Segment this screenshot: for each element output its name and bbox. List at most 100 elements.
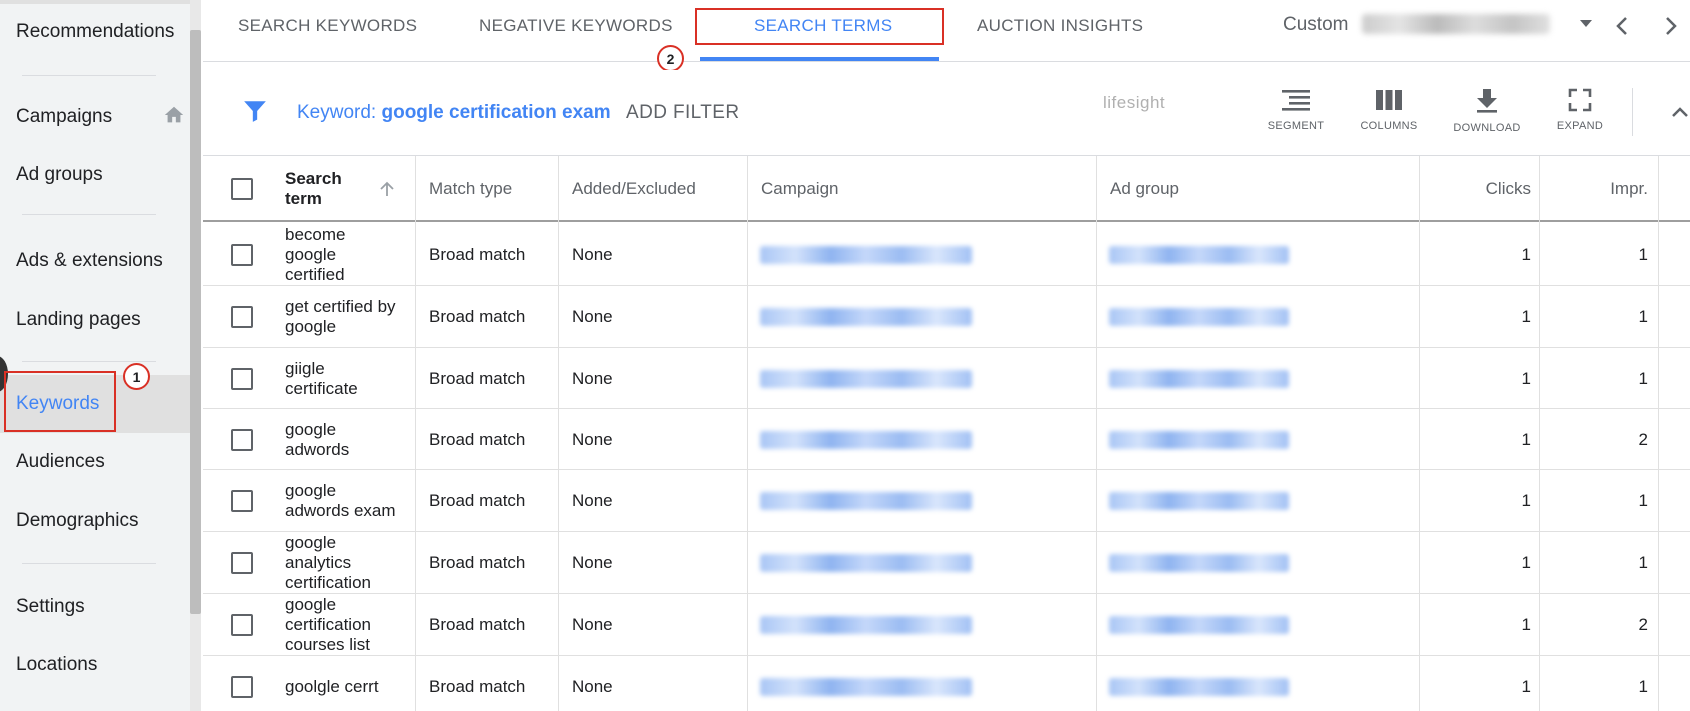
campaign-link-redacted[interactable] [760, 678, 972, 696]
sidebar-item-audiences[interactable]: Audiences [16, 451, 105, 473]
campaign-link-redacted[interactable] [760, 308, 972, 326]
cell-match-type: Broad match [429, 553, 526, 572]
date-range-value-redacted[interactable] [1362, 14, 1550, 34]
ad-group-link-redacted[interactable] [1109, 492, 1289, 510]
columns-button[interactable]: COLUMNS [1349, 88, 1429, 132]
cell-campaign[interactable] [760, 594, 972, 656]
ad-group-link-redacted[interactable] [1109, 308, 1289, 326]
chevron-down-icon[interactable] [1578, 16, 1594, 32]
search-term-line: google [285, 533, 337, 552]
cell-match-type: Broad match [429, 491, 526, 510]
ad-group-link-redacted[interactable] [1109, 554, 1289, 572]
row-checkbox[interactable] [231, 428, 253, 451]
ad-group-link-redacted[interactable] [1109, 678, 1289, 696]
cell-ad-group[interactable] [1109, 470, 1289, 532]
cell-ad-group[interactable] [1109, 224, 1289, 286]
sidebar-item-ad-groups[interactable]: Ad groups [16, 164, 103, 186]
header-impr[interactable]: Impr. [1543, 156, 1648, 222]
sidebar-item-campaigns[interactable]: Campaigns [16, 106, 112, 128]
row-checkbox[interactable] [231, 614, 253, 636]
campaign-link-redacted[interactable] [760, 430, 972, 449]
cell-match-type: Broad match [429, 368, 526, 388]
date-range-label[interactable]: Custom [1283, 14, 1348, 36]
cell-ad-group[interactable] [1109, 594, 1289, 656]
sidebar-item-settings[interactable]: Settings [16, 596, 85, 618]
ad-group-link-redacted[interactable] [1109, 369, 1289, 388]
ad-group-link-redacted[interactable] [1109, 616, 1289, 634]
header-match-type[interactable]: Match type [429, 156, 512, 222]
download-label: DOWNLOAD [1453, 122, 1521, 134]
campaign-link-redacted[interactable] [760, 369, 972, 388]
row-checkbox[interactable] [231, 367, 253, 390]
chevron-up-icon[interactable] [1670, 102, 1690, 122]
tab-auction-insights[interactable]: AUCTION INSIGHTS [977, 16, 1143, 36]
cell-ad-group[interactable] [1109, 409, 1289, 470]
cell-clicks: 1 [1521, 491, 1531, 510]
sidebar-item-locations[interactable]: Locations [16, 654, 97, 676]
cell-added-excluded: None [572, 491, 613, 510]
search-term-line: certification [285, 573, 371, 592]
row-checkbox[interactable] [231, 244, 253, 266]
cell-campaign[interactable] [760, 286, 972, 348]
cell-impr: 1 [1638, 553, 1648, 572]
row-checkbox[interactable] [231, 490, 253, 512]
table-row[interactable]: google certification courses list Broad mat… [203, 594, 1690, 656]
cell-campaign[interactable] [760, 656, 972, 711]
cell-search-term: google analytics certification [285, 532, 371, 594]
cell-campaign[interactable] [760, 470, 972, 532]
table-row[interactable]: google adwords Broad match None 1 2 [203, 409, 1690, 470]
arrow-up-icon[interactable] [378, 180, 396, 198]
chevron-left-icon[interactable] [1612, 14, 1632, 38]
cell-match-type: Broad match [429, 245, 526, 264]
sidebar-item-landing-pages[interactable]: Landing pages [16, 309, 141, 331]
cell-ad-group[interactable] [1109, 286, 1289, 348]
campaign-link-redacted[interactable] [760, 492, 972, 510]
campaign-link-redacted[interactable] [760, 246, 972, 264]
ad-group-link-redacted[interactable] [1109, 246, 1289, 264]
download-button[interactable]: DOWNLOAD [1447, 88, 1527, 134]
row-checkbox[interactable] [231, 552, 253, 574]
columns-label: COLUMNS [1360, 120, 1418, 132]
table-row[interactable]: google adwords exam Broad match None 1 1 [203, 470, 1690, 532]
header-clicks[interactable]: Clicks [1421, 156, 1531, 222]
ad-group-link-redacted[interactable] [1109, 430, 1289, 449]
cell-campaign[interactable] [760, 409, 972, 470]
filter-chip[interactable]: Keyword: google certification exam [297, 102, 611, 124]
header-campaign[interactable]: Campaign [761, 156, 839, 222]
segment-icon [1282, 90, 1310, 111]
select-all-checkbox[interactable] [231, 178, 253, 200]
table-row[interactable]: goolgle cerrt Broad match None 1 1 [203, 656, 1690, 711]
sidebar-item-demographics[interactable]: Demographics [16, 510, 139, 532]
row-checkbox[interactable] [231, 306, 253, 328]
column-divider [1419, 156, 1420, 711]
cell-campaign[interactable] [760, 348, 972, 409]
search-term-line: google [285, 245, 337, 264]
cell-ad-group[interactable] [1109, 656, 1289, 711]
segment-button[interactable]: SEGMENT [1256, 88, 1336, 132]
campaign-link-redacted[interactable] [760, 616, 972, 634]
expand-button[interactable]: EXPAND [1540, 88, 1620, 132]
table-row[interactable]: get certified by google Broad match None 1 1 [203, 286, 1690, 348]
table-row[interactable]: google analytics certification Broad match N… [203, 532, 1690, 594]
header-added-excluded[interactable]: Added/Excluded [572, 156, 696, 222]
tab-search-keywords[interactable]: SEARCH KEYWORDS [238, 16, 417, 36]
tab-negative-keywords[interactable]: NEGATIVE KEYWORDS [479, 16, 673, 36]
filter-icon[interactable] [242, 98, 268, 124]
campaign-link-redacted[interactable] [760, 554, 972, 572]
sidebar-scrollbar[interactable] [190, 30, 201, 614]
annotation-box-search-terms [695, 8, 944, 45]
cell-ad-group[interactable] [1109, 532, 1289, 594]
table-row[interactable]: giigle certificate Broad match None 1 1 [203, 348, 1690, 409]
header-ad-group[interactable]: Ad group [1110, 156, 1179, 222]
table-row[interactable]: become google certified Broad match None 1 1 [203, 224, 1690, 286]
sidebar-item-recommendations[interactable]: Recommendations [16, 21, 174, 43]
add-filter-button[interactable]: ADD FILTER [626, 102, 739, 124]
cell-campaign[interactable] [760, 224, 972, 286]
cell-ad-group[interactable] [1109, 348, 1289, 409]
cell-impr: 1 [1638, 677, 1648, 696]
home-icon[interactable] [163, 104, 185, 126]
cell-campaign[interactable] [760, 532, 972, 594]
chevron-right-icon[interactable] [1661, 14, 1681, 38]
sidebar-item-ads-extensions[interactable]: Ads & extensions [16, 250, 163, 272]
row-checkbox[interactable] [231, 676, 253, 698]
